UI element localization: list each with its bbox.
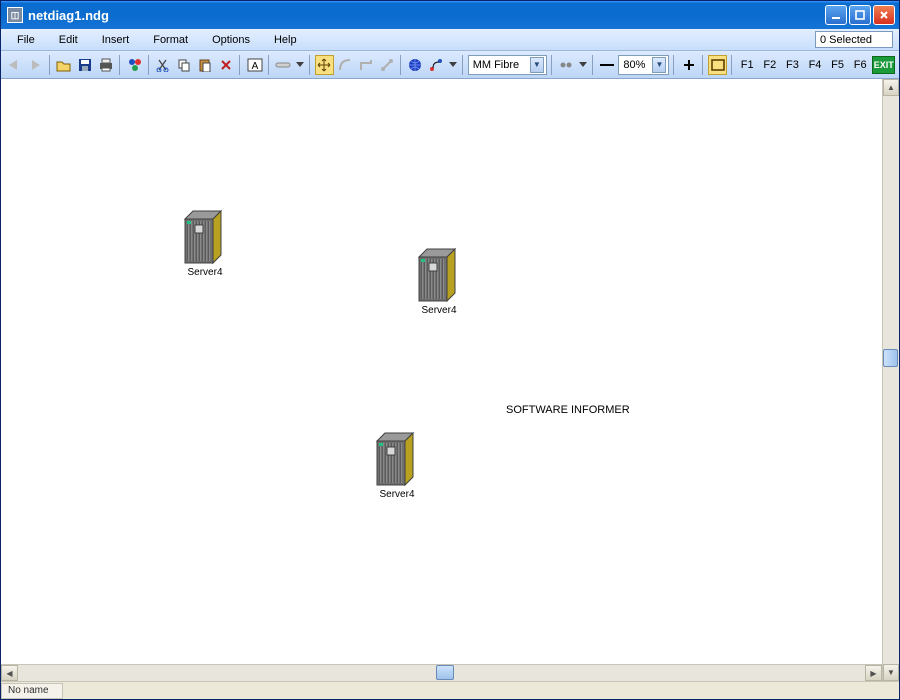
server-node[interactable]: Server4 xyxy=(413,247,465,316)
server-icon xyxy=(371,431,423,487)
f2-button[interactable]: F2 xyxy=(760,55,781,75)
hscroll-track[interactable] xyxy=(18,665,865,681)
copy-button[interactable] xyxy=(175,55,194,75)
print-button[interactable] xyxy=(96,55,115,75)
f1-button[interactable]: F1 xyxy=(737,55,758,75)
menu-insert[interactable]: Insert xyxy=(92,32,140,48)
globe-tool-button[interactable] xyxy=(406,55,425,75)
fit-window-button[interactable] xyxy=(708,55,727,75)
server-label: Server4 xyxy=(179,267,231,278)
f5-button[interactable]: F5 xyxy=(827,55,848,75)
scroll-up-button[interactable]: ▲ xyxy=(883,79,899,96)
lineweight-button[interactable] xyxy=(598,55,617,75)
toolbar: A MM Fibre xyxy=(1,51,899,79)
vertical-scrollbar[interactable]: ▲ ▼ xyxy=(882,79,899,681)
workspace: Server4 Server4 Server4 SOFTWARE INFORMER ▲… xyxy=(1,79,899,681)
connector-tool-3[interactable] xyxy=(377,55,396,75)
open-button[interactable] xyxy=(55,55,74,75)
minimize-button[interactable] xyxy=(825,5,847,25)
hscroll-thumb[interactable] xyxy=(436,665,454,680)
scroll-left-button[interactable]: ◀ xyxy=(1,665,18,681)
status-cell-label: No name xyxy=(8,685,49,696)
server-icon xyxy=(413,247,465,303)
menu-format[interactable]: Format xyxy=(143,32,198,48)
text-tool-button[interactable]: A xyxy=(245,55,264,75)
vscroll-thumb[interactable] xyxy=(883,349,898,367)
delete-button[interactable] xyxy=(216,55,235,75)
app-icon: ◫ xyxy=(7,7,23,23)
save-button[interactable] xyxy=(75,55,94,75)
canvas[interactable]: Server4 Server4 Server4 SOFTWARE INFORMER xyxy=(1,79,882,664)
f6-button[interactable]: F6 xyxy=(850,55,871,75)
linetype-value: MM Fibre xyxy=(473,59,519,71)
link-tool-button[interactable] xyxy=(274,55,293,75)
curve-dropdown-icon[interactable] xyxy=(448,55,458,75)
linestyle-button[interactable] xyxy=(557,55,576,75)
server-icon xyxy=(179,209,231,265)
maximize-button[interactable] xyxy=(849,5,871,25)
curve-tool-button[interactable] xyxy=(427,55,446,75)
watermark-text: SOFTWARE INFORMER xyxy=(506,404,630,416)
titlebar: ◫ netdiag1.ndg xyxy=(1,1,899,29)
zoom-in-button[interactable] xyxy=(679,55,698,75)
server-node[interactable]: Server4 xyxy=(179,209,231,278)
menu-edit[interactable]: Edit xyxy=(49,32,88,48)
f4-button[interactable]: F4 xyxy=(805,55,826,75)
linestyle-dropdown-icon[interactable] xyxy=(578,55,588,75)
server-label: Server4 xyxy=(371,489,423,500)
move-tool-button[interactable] xyxy=(315,55,334,75)
menu-options[interactable]: Options xyxy=(202,32,260,48)
close-button[interactable] xyxy=(873,5,895,25)
nodes-button[interactable] xyxy=(125,55,144,75)
selection-count: 0 Selected xyxy=(815,31,893,48)
selection-count-label: 0 Selected xyxy=(820,34,872,46)
nav-forward-button[interactable] xyxy=(26,55,45,75)
vscroll-track[interactable] xyxy=(883,96,899,664)
f3-button[interactable]: F3 xyxy=(782,55,803,75)
horizontal-scrollbar[interactable]: ◀ ▶ xyxy=(1,664,882,681)
menu-help[interactable]: Help xyxy=(264,32,307,48)
menu-file[interactable]: File xyxy=(7,32,45,48)
linetype-select[interactable]: MM Fibre ▼ xyxy=(468,55,547,75)
server-node[interactable]: Server4 xyxy=(371,431,423,500)
connector-tool-2[interactable] xyxy=(356,55,375,75)
window-title: netdiag1.ndg xyxy=(28,8,825,23)
nav-back-button[interactable] xyxy=(5,55,24,75)
chevron-down-icon: ▼ xyxy=(652,57,666,73)
cut-button[interactable] xyxy=(154,55,173,75)
scroll-right-button[interactable]: ▶ xyxy=(865,665,882,681)
link-dropdown-icon[interactable] xyxy=(295,55,305,75)
connector-tool-1[interactable] xyxy=(336,55,355,75)
exit-button[interactable]: EXIT xyxy=(872,56,895,74)
chevron-down-icon: ▼ xyxy=(530,57,544,73)
menubar: File Edit Insert Format Options Help 0 S… xyxy=(1,29,899,51)
zoom-select[interactable]: 80% ▼ xyxy=(618,55,669,75)
scroll-down-button[interactable]: ▼ xyxy=(883,664,899,681)
zoom-value: 80% xyxy=(623,59,645,71)
svg-text:A: A xyxy=(251,61,258,72)
server-label: Server4 xyxy=(413,305,465,316)
exit-label: EXIT xyxy=(874,60,894,70)
statusbar: No name xyxy=(1,681,899,699)
paste-button[interactable] xyxy=(196,55,215,75)
status-cell-name: No name xyxy=(1,683,63,699)
